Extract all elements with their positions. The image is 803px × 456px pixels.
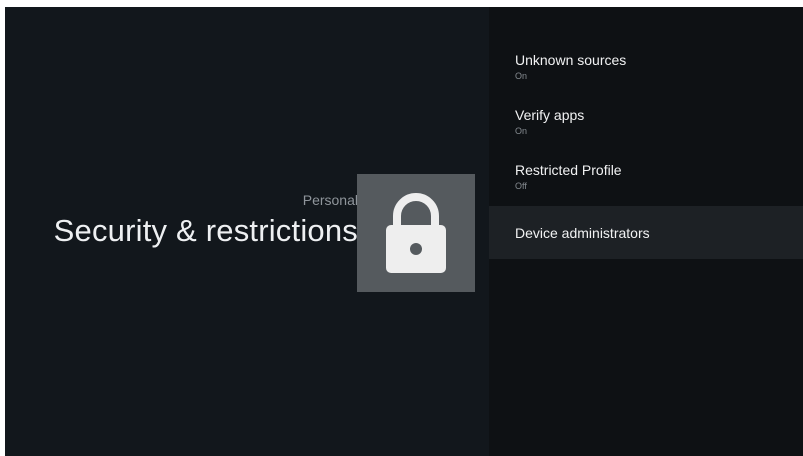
page-title: Security & restrictions: [53, 213, 358, 248]
menu-item-status: Off: [515, 181, 527, 191]
menu-item-status: On: [515, 126, 528, 136]
menu-item-title: Unknown sources: [515, 52, 627, 68]
menu-item-title: Verify apps: [515, 107, 585, 123]
menu-item-restricted-profile[interactable]: Restricted Profile Off: [489, 162, 803, 202]
section-label: Personal: [302, 192, 358, 208]
menu-item-title: Device administrators: [515, 225, 650, 241]
tv-settings-screen: Personal Security & restrictions Unknown…: [5, 7, 803, 456]
lock-icon: [386, 193, 446, 273]
menu-item-status: On: [515, 71, 528, 81]
menu-item-verify-apps[interactable]: Verify apps On: [489, 107, 803, 147]
category-panel: Personal Security & restrictions: [5, 7, 489, 456]
menu-item-unknown-sources[interactable]: Unknown sources On: [489, 52, 803, 92]
menu-item-title: Restricted Profile: [515, 162, 622, 178]
category-icon-tile: [357, 174, 475, 292]
menu-item-device-administrators[interactable]: Device administrators: [489, 206, 803, 259]
settings-list: Unknown sources On Verify apps On Restri…: [489, 7, 803, 456]
